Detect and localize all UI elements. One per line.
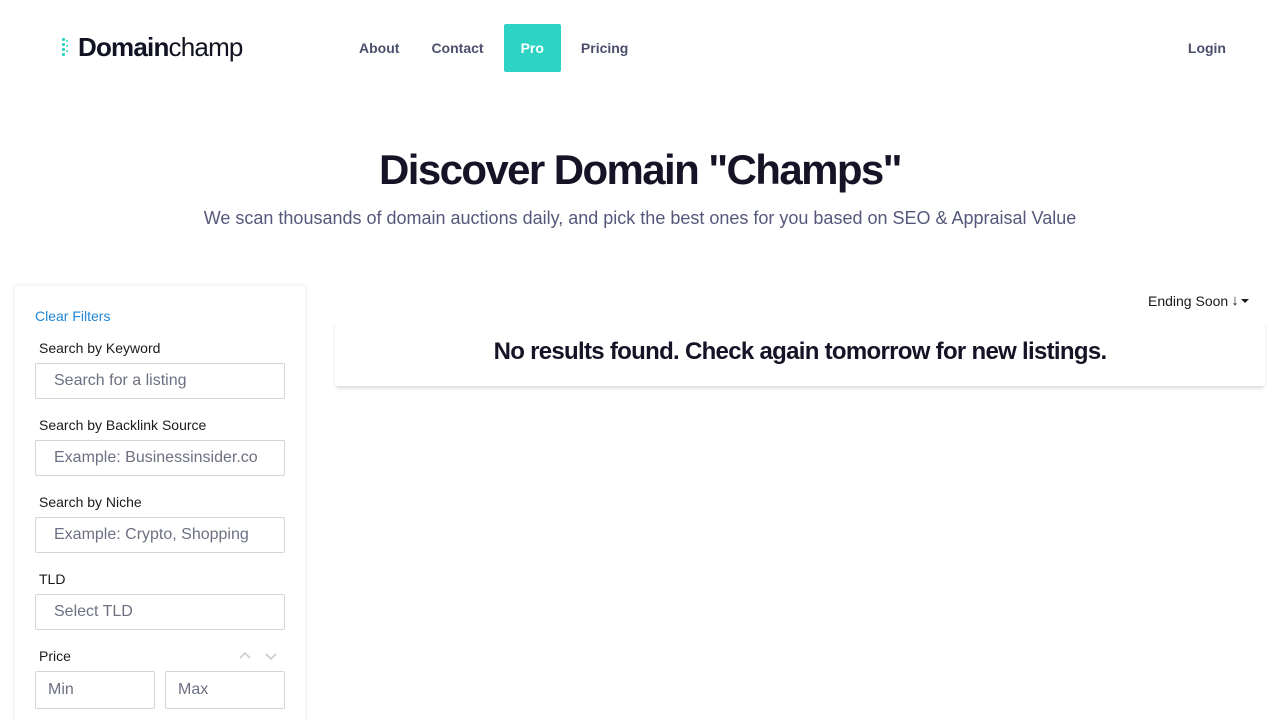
site-header: Domainchamp About Contact Pro Pricing Lo…	[0, 0, 1280, 96]
nav-contact[interactable]: Contact	[415, 24, 499, 72]
results-panel: No results found. Check again tomorrow f…	[335, 320, 1265, 386]
keyword-label: Search by Keyword	[39, 340, 161, 356]
filters-panel: Clear Filters Search by Keyword Search f…	[15, 286, 305, 720]
niche-label: Search by Niche	[39, 494, 142, 510]
sort-label: Ending Soon	[1148, 292, 1229, 309]
price-sort-controls	[237, 648, 279, 664]
chevron-down-icon[interactable]	[263, 648, 279, 664]
nav-pro[interactable]: Pro	[503, 24, 561, 72]
caret-down-icon	[1240, 298, 1249, 303]
sort-dropdown[interactable]: Ending Soon ↓	[1148, 292, 1249, 309]
backlink-source-input[interactable]: Example: Businessinsider.co	[35, 440, 285, 476]
tld-select[interactable]: Select TLD	[35, 594, 285, 630]
nav-pricing[interactable]: Pricing	[565, 24, 644, 72]
nav-about[interactable]: About	[343, 24, 415, 72]
logo-mark-icon	[62, 36, 78, 58]
login-link[interactable]: Login	[1188, 24, 1226, 72]
arrow-down-icon: ↓	[1231, 292, 1239, 309]
price-max-input[interactable]: Max	[165, 671, 285, 709]
backlink-label: Search by Backlink Source	[39, 417, 207, 433]
logo[interactable]: Domainchamp	[62, 30, 243, 64]
tld-label: TLD	[39, 571, 66, 587]
niche-input[interactable]: Example: Crypto, Shopping	[35, 517, 285, 553]
price-min-input[interactable]: Min	[35, 671, 155, 709]
keyword-search-input[interactable]: Search for a listing	[35, 363, 285, 399]
chevron-up-icon[interactable]	[237, 648, 253, 664]
main-nav: About Contact Pro Pricing	[343, 24, 644, 72]
clear-filters-link[interactable]: Clear Filters	[35, 308, 110, 324]
page-title: Discover Domain "Champs"	[379, 146, 903, 193]
page-subtitle: We scan thousands of domain auctions dai…	[203, 208, 1077, 228]
price-label: Price	[39, 648, 71, 664]
logo-text: Domainchamp	[78, 32, 243, 62]
empty-results-message: No results found. Check again tomorrow f…	[493, 338, 1108, 365]
